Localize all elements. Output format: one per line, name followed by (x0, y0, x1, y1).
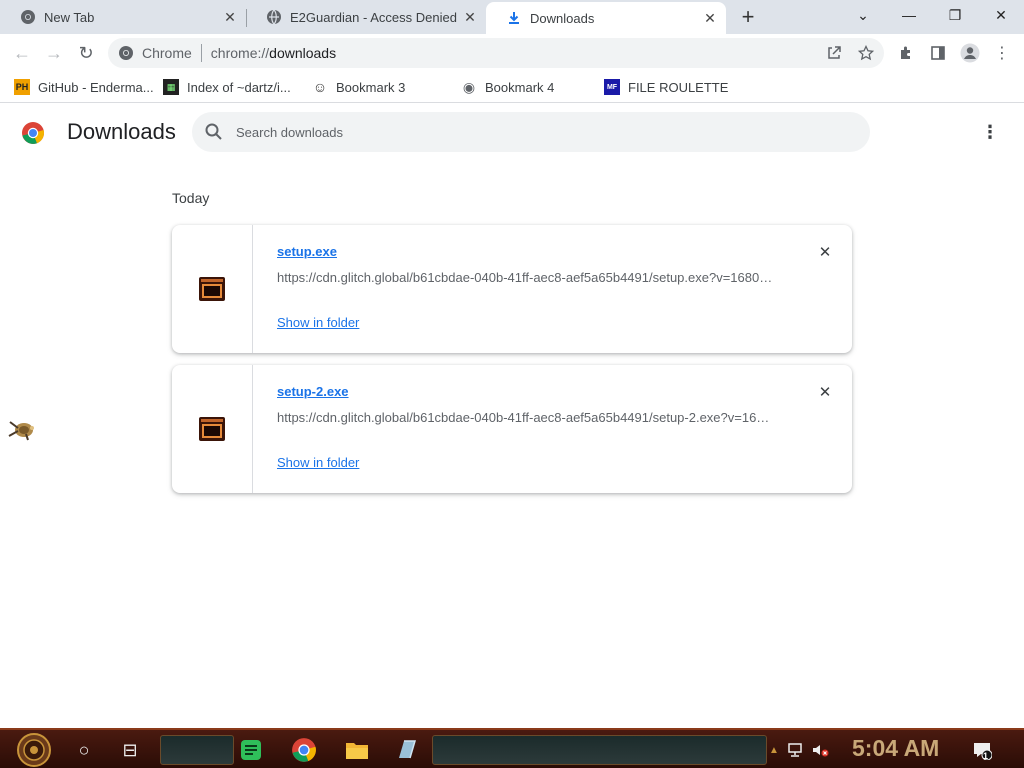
profile-avatar[interactable] (956, 39, 984, 67)
tray-overflow-icon[interactable]: ▲ (764, 740, 784, 760)
bookmark-star-icon[interactable] (852, 39, 880, 67)
folder-index-icon: ▦ (163, 79, 179, 95)
file-explorer-icon[interactable] (342, 734, 372, 766)
download-icon-column (172, 365, 253, 493)
taskbar-clock[interactable]: 5:04 AM (852, 735, 939, 762)
app-taskbar-icon[interactable] (392, 734, 422, 766)
forward-button[interactable]: → (40, 39, 68, 67)
tab-close-icon[interactable]: ✕ (700, 8, 720, 28)
taskbar-groove (160, 735, 234, 765)
exe-file-icon (199, 417, 225, 441)
search-icon (205, 123, 222, 140)
bookmark-label: Bookmark 4 (485, 79, 555, 95)
download-icon (506, 10, 522, 26)
bookmark-item[interactable]: MF FILE ROULETTE (604, 76, 728, 98)
search-input[interactable] (236, 124, 796, 140)
download-source-url: https://cdn.glitch.global/b61cbdae-040b-… (277, 410, 770, 425)
tab-title: Downloads (530, 10, 595, 26)
bookmark-label: Bookmark 3 (336, 79, 406, 95)
restore-button[interactable]: ❐ (932, 0, 978, 30)
omnibox-divider (200, 44, 202, 62)
file-roulette-icon: MF (604, 79, 620, 95)
download-source-url: https://cdn.glitch.global/b61cbdae-040b-… (277, 270, 773, 285)
tab-downloads[interactable]: Downloads ✕ (486, 2, 726, 34)
steampunk-start-icon (17, 733, 51, 767)
bookmark-item[interactable]: PH GitHub - Enderma... (14, 76, 154, 98)
show-in-folder-link[interactable]: Show in folder (277, 315, 359, 330)
bookmark-item[interactable]: ▦ Index of ~dartz/i... (163, 76, 291, 98)
network-icon[interactable] (786, 740, 806, 760)
bookmark-label: GitHub - Enderma... (38, 79, 154, 95)
notification-center-icon[interactable] (970, 740, 994, 760)
address-bar[interactable]: Chrome chrome://downloads (108, 38, 884, 68)
volume-muted-icon[interactable] (810, 740, 830, 760)
minimize-button[interactable]: — (886, 0, 932, 30)
more-actions-button[interactable]: ⋮ (976, 118, 1004, 146)
reload-button[interactable]: ↻ (72, 39, 100, 67)
tab-title: New Tab (44, 9, 95, 25)
tab-search-button[interactable]: ⌄ (840, 0, 886, 30)
notification-count: 1 (983, 751, 989, 761)
chrome-icon (20, 9, 36, 25)
tab-e2guardian[interactable]: E2Guardian - Access Denied ✕ (246, 0, 486, 34)
download-file-name[interactable]: setup.exe (277, 244, 337, 259)
globe-icon: ◉ (462, 78, 476, 95)
search-button[interactable]: ○ (70, 734, 98, 766)
extensions-icon[interactable] (892, 39, 920, 67)
side-panel-icon[interactable] (924, 39, 952, 67)
remove-download-button[interactable]: ✕ (815, 242, 835, 262)
remove-download-button[interactable]: ✕ (815, 382, 835, 402)
download-icon-column (172, 225, 253, 353)
url-scheme: chrome:// (210, 45, 270, 61)
search-downloads-box[interactable] (192, 112, 870, 152)
tab-title: E2Guardian - Access Denied (290, 9, 457, 25)
date-header: Today (172, 190, 210, 206)
bookmarks-bar: PH GitHub - Enderma... ▦ Index of ~dartz… (0, 72, 1024, 103)
tab-close-icon[interactable]: ✕ (220, 7, 240, 27)
url-text[interactable]: chrome://downloads (211, 45, 336, 61)
bookmark-item[interactable]: ☺ Bookmark 3 (312, 76, 406, 98)
taskbar: ○ ⊟ ▲ 5:04 AM 1 (0, 728, 1024, 768)
url-path: downloads (269, 45, 337, 61)
page-title: Downloads (67, 119, 176, 144)
downloads-page: Downloads ⋮ Today setup.exe https://cdn.… (0, 104, 1024, 728)
face-icon: ☺ (312, 79, 328, 95)
start-button[interactable] (14, 733, 54, 767)
bookmark-item[interactable]: ◉ Bookmark 4 (461, 76, 554, 98)
globe-icon (266, 9, 282, 25)
task-view-button[interactable]: ⊟ (116, 734, 144, 766)
show-in-folder-link[interactable]: Show in folder (277, 455, 359, 470)
share-icon[interactable] (820, 39, 848, 67)
browser-menu-button[interactable]: ⋮ (988, 39, 1016, 67)
desktop-pet-icon[interactable] (6, 416, 38, 446)
new-tab-button[interactable]: + (735, 4, 761, 30)
tab-close-icon[interactable]: ✕ (460, 7, 480, 27)
tab-strip: New Tab ✕ E2Guardian - Access Denied ✕ D… (0, 0, 1024, 34)
download-item: setup.exe https://cdn.glitch.global/b61c… (172, 225, 852, 353)
download-file-name[interactable]: setup-2.exe (277, 384, 349, 399)
tab-new-tab[interactable]: New Tab ✕ (0, 0, 246, 34)
bookmark-label: FILE ROULETTE (628, 79, 729, 95)
browser-toolbar: ← → ↻ Chrome chrome://downloads ⋮ (0, 34, 1024, 72)
pornhub-style-icon: PH (14, 79, 30, 95)
chrome-logo-icon (22, 122, 45, 144)
exe-file-icon (199, 277, 225, 301)
notes-app-icon[interactable] (238, 734, 264, 766)
back-button[interactable]: ← (8, 39, 36, 67)
bookmark-label: Index of ~dartz/i... (187, 79, 291, 95)
download-item: setup-2.exe https://cdn.glitch.global/b6… (172, 365, 852, 493)
chrome-taskbar-icon[interactable] (288, 734, 320, 766)
close-window-button[interactable]: ✕ (978, 0, 1024, 30)
chrome-icon (118, 45, 134, 61)
taskbar-groove (432, 735, 767, 765)
site-chip-label: Chrome (142, 45, 192, 61)
